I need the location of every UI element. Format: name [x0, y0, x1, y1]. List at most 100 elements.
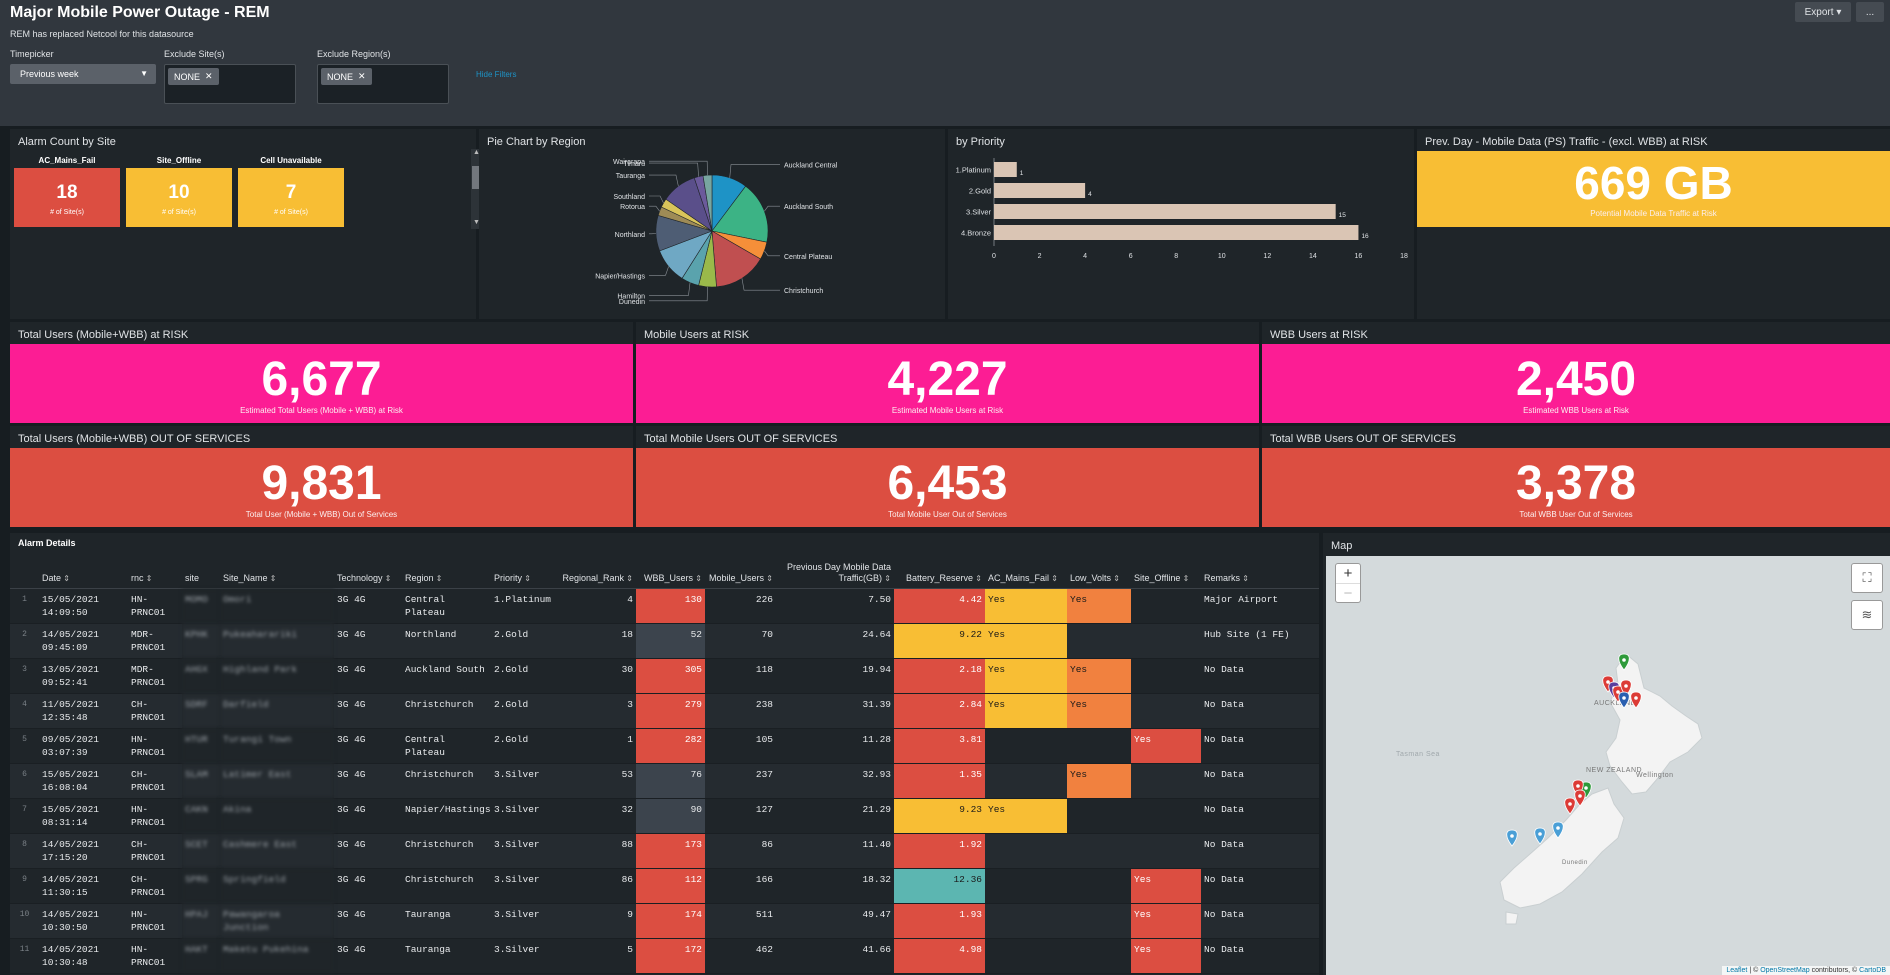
table-row[interactable]: 8 14/05/2021 17:15:20 CH- PRNC01 SCET Cashme… [10, 833, 1319, 869]
column-header[interactable]: Site_Offline ⇕ [1131, 556, 1201, 589]
table-cell: 90 [636, 798, 705, 834]
column-header[interactable]: Battery_Reserve ⇕ [894, 556, 985, 589]
tile-label-site-offline: Site_Offline [156, 156, 202, 165]
table-row[interactable]: 3 13/05/2021 09:52:41 MDR- PRNC01 AHGX Highl… [10, 658, 1319, 694]
column-header-label: Mobile_Users [709, 572, 765, 583]
sort-icon[interactable]: ⇕ [1111, 574, 1120, 583]
column-header[interactable]: rnc ⇕ [128, 556, 182, 589]
pie-leader-line [729, 164, 780, 178]
column-header[interactable]: Low_Volts ⇕ [1067, 556, 1131, 589]
table-row[interactable]: 10 14/05/2021 10:30:50 HN- PRNC01 HPAJ Pawan… [10, 903, 1319, 939]
map-marker-icon[interactable] [1618, 653, 1630, 671]
map-marker-icon[interactable] [1618, 691, 1630, 709]
leaflet-link[interactable]: Leaflet [1726, 967, 1747, 974]
map-marker-icon[interactable] [1564, 797, 1576, 815]
map-marker-icon[interactable] [1506, 829, 1518, 847]
map-marker-icon[interactable] [1574, 789, 1586, 807]
bar[interactable] [994, 204, 1336, 219]
sort-icon[interactable]: ⇕ [522, 574, 531, 583]
table-cell: No Data [1201, 868, 1319, 904]
bar-value-label: 15 [1339, 212, 1347, 219]
column-header[interactable]: WBB_Users ⇕ [636, 556, 705, 589]
zoom-in-button[interactable]: + [1336, 564, 1360, 583]
layers-icon[interactable]: ≋ [1851, 600, 1883, 630]
table-row[interactable]: 7 15/05/2021 08:31:14 HN- PRNC01 CAKN Akina 3… [10, 798, 1319, 834]
bar[interactable] [994, 225, 1359, 240]
fullscreen-icon[interactable]: ⛶ [1851, 563, 1883, 593]
exclude-sites-chip[interactable]: NONE ✕ [168, 68, 219, 85]
column-header[interactable]: Site_Name ⇕ [220, 556, 334, 589]
table-cell: 174 [636, 903, 705, 939]
table-cell: 3G 4G [334, 588, 402, 624]
close-icon[interactable]: ✕ [358, 71, 366, 82]
column-header[interactable]: Remarks ⇕ [1201, 556, 1319, 589]
alarm-details-panel: Alarm Details Date ⇕ rnc ⇕ site Site_Name ⇕… [10, 533, 1319, 975]
zoom-out-button[interactable]: − [1336, 583, 1360, 602]
column-header-label: Site_Name [223, 572, 268, 583]
map-markers [1506, 653, 1642, 847]
column-header[interactable]: Region ⇕ [402, 556, 491, 589]
site-offline-tile[interactable]: 10 # of Site(s) [126, 168, 232, 227]
traffic-value: 669 GB [1574, 157, 1733, 209]
table-cell: 166 [705, 868, 776, 904]
exclude-regions-input[interactable]: NONE ✕ [317, 64, 449, 104]
cartodb-link[interactable]: CartoDB [1859, 967, 1886, 974]
map-marker-icon[interactable] [1552, 821, 1564, 839]
table-row[interactable]: 2 14/05/2021 09:45:09 MDR- PRNC01 KPHK Pukea… [10, 623, 1319, 659]
traffic-value-band: 669 GB Potential Mobile Data Traffic at … [1417, 151, 1890, 227]
column-header[interactable]: Priority ⇕ [491, 556, 559, 589]
sort-icon[interactable]: ⇕ [693, 574, 702, 583]
export-button[interactable]: Export ▾ [1795, 2, 1851, 22]
more-actions-button[interactable]: ... [1856, 2, 1884, 22]
close-icon[interactable]: ✕ [205, 71, 213, 82]
cell-unavailable-tile[interactable]: 7 # of Site(s) [238, 168, 344, 227]
map-canvas[interactable]: AUCKLAND NEW ZEALAND Wellington Dunedin … [1326, 556, 1890, 975]
table-row[interactable]: 9 14/05/2021 11:30:15 CH- PRNC01 SPRG Spring… [10, 868, 1319, 904]
bar[interactable] [994, 183, 1086, 198]
hide-filters-link[interactable]: Hide Filters [476, 70, 516, 79]
sort-icon[interactable]: ⇕ [383, 574, 392, 583]
timepicker-dropdown[interactable]: Previous week ▼ [10, 64, 156, 84]
sort-icon[interactable]: ⇕ [268, 574, 277, 583]
exclude-regions-chip[interactable]: NONE ✕ [321, 68, 372, 85]
table-row[interactable]: 11 14/05/2021 10:30:48 HN- PRNC01 HAKT Maket… [10, 938, 1319, 974]
table-row[interactable]: 5 09/05/2021 03:07:39 HN- PRNC01 HTUR Turang… [10, 728, 1319, 764]
table-cell: 5 [559, 938, 636, 974]
table-cell: 4 [10, 693, 39, 729]
table-row[interactable]: 4 11/05/2021 12:35:48 CH- PRNC01 SDRF Darfie… [10, 693, 1319, 729]
table-cell [985, 833, 1067, 869]
ac-mains-fail-tile[interactable]: 18 # of Site(s) [14, 168, 120, 227]
sort-icon[interactable]: ⇕ [764, 574, 773, 583]
panel-title: Mobile Users at RISK [644, 329, 750, 341]
column-header[interactable]: Regional_Rank ⇕ [559, 556, 636, 589]
table-cell: CH- PRNC01 [128, 693, 182, 729]
sort-icon[interactable]: ⇕ [624, 574, 633, 583]
table-row[interactable]: 6 15/05/2021 16:08:04 CH- PRNC01 SLAM Latime… [10, 763, 1319, 799]
column-header[interactable]: Previous Day Mobile Data Traffic(GB) ⇕ [776, 556, 894, 589]
sort-icon[interactable]: ⇕ [1240, 574, 1249, 583]
map-marker-icon[interactable] [1630, 691, 1642, 709]
column-header[interactable]: AC_Mains_Fail ⇕ [985, 556, 1067, 589]
big-subtitle: Total WBB User Out of Services [1519, 510, 1633, 519]
column-header[interactable]: site [182, 556, 220, 589]
table-cell: Pukeaharariki [220, 623, 334, 659]
sort-icon[interactable]: ⇕ [144, 574, 153, 583]
column-header[interactable]: Mobile_Users ⇕ [705, 556, 776, 589]
table-cell: 21.29 [776, 798, 894, 834]
sort-icon[interactable]: ⇕ [973, 574, 982, 583]
sort-icon[interactable]: ⇕ [1049, 574, 1058, 583]
exclude-sites-input[interactable]: NONE ✕ [164, 64, 296, 104]
table-cell: 9.23 [894, 798, 985, 834]
table-row[interactable]: 1 15/05/2021 14:09:50 HN- PRNC01 MOMO Omori 3… [10, 588, 1319, 624]
table-cell: Yes [1131, 728, 1201, 764]
sort-icon[interactable]: ⇕ [61, 574, 70, 583]
column-header[interactable]: Date ⇕ [39, 556, 128, 589]
column-header[interactable]: Technology ⇕ [334, 556, 402, 589]
map-marker-icon[interactable] [1534, 827, 1546, 845]
bar[interactable] [994, 162, 1017, 177]
osm-link[interactable]: OpenStreetMap [1760, 967, 1809, 974]
sort-icon[interactable]: ⇕ [1180, 574, 1190, 583]
sort-icon[interactable]: ⇕ [882, 574, 891, 583]
table-cell: Turangi Town [220, 728, 334, 764]
sort-icon[interactable]: ⇕ [434, 574, 443, 583]
